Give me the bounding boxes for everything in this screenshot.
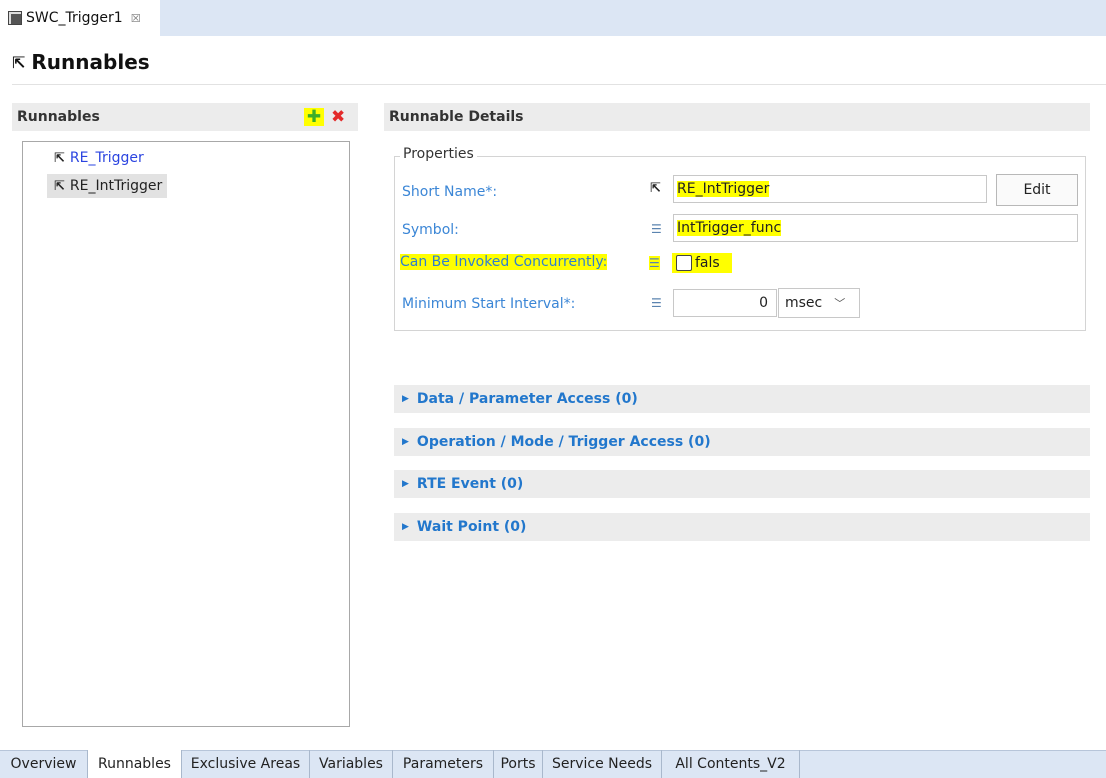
text-field-icon: ☰ xyxy=(651,222,662,236)
close-tab-icon[interactable]: ☒ xyxy=(131,12,141,25)
expand-caret-icon: ▶ xyxy=(402,479,409,489)
tab-all-contents-v2[interactable]: All Contents_V2 xyxy=(662,750,800,778)
concurrent-checkbox[interactable] xyxy=(676,255,692,271)
editor-tab-title: SWC_Trigger1 xyxy=(26,10,123,26)
delete-icon[interactable]: ✖ xyxy=(331,107,345,127)
runnable-icon: ⇱ xyxy=(54,150,65,166)
properties-group-title: Properties xyxy=(400,146,477,162)
editor-tab[interactable]: SWC_Trigger1 ☒ xyxy=(0,0,160,36)
short-name-input[interactable]: RE_IntTrigger xyxy=(673,175,987,203)
editor-file-icon xyxy=(8,11,22,25)
short-name-label: Short Name*: xyxy=(402,184,498,200)
tree-item-re-inttrigger[interactable]: ⇱ RE_IntTrigger xyxy=(47,174,168,198)
section-data-parameter-access[interactable]: ▶ Data / Parameter Access (0) xyxy=(394,385,1090,413)
editor-tab-strip xyxy=(0,0,1106,36)
section-label: RTE Event (0) xyxy=(416,476,524,492)
runnable-icon: ⇱ xyxy=(12,52,26,72)
tree-item-label: RE_IntTrigger xyxy=(69,178,163,194)
tree-item-re-trigger[interactable]: ⇱ RE_Trigger xyxy=(47,146,149,170)
min-interval-input[interactable]: 0 xyxy=(673,289,777,317)
runnables-tree[interactable]: ⇱ RE_Trigger ⇱ RE_IntTrigger xyxy=(22,141,350,727)
title-divider xyxy=(12,84,1106,85)
section-rte-event[interactable]: ▶ RTE Event (0) xyxy=(394,470,1090,498)
concurrent-field: fals xyxy=(672,253,732,273)
runnable-details-header-label: Runnable Details xyxy=(389,109,524,125)
tab-service-needs[interactable]: Service Needs xyxy=(543,750,662,778)
section-wait-point[interactable]: ▶ Wait Point (0) xyxy=(394,513,1090,541)
concurrent-value: fals xyxy=(695,255,720,271)
short-name-value: RE_IntTrigger xyxy=(677,181,770,197)
min-interval-value: 0 xyxy=(759,295,768,311)
expand-caret-icon: ▶ xyxy=(402,437,409,447)
tab-overview[interactable]: Overview xyxy=(0,750,88,778)
tab-runnables[interactable]: Runnables xyxy=(88,750,182,778)
unit-select[interactable]: msec ﹀ xyxy=(778,288,860,318)
section-label: Data / Parameter Access (0) xyxy=(416,391,638,407)
section-label: Operation / Mode / Trigger Access (0) xyxy=(416,434,711,450)
tab-ports[interactable]: Ports xyxy=(494,750,543,778)
concurrent-label: Can Be Invoked Concurrently: xyxy=(400,254,608,270)
unit-select-value: msec xyxy=(785,295,823,311)
min-interval-label: Minimum Start Interval*: xyxy=(402,296,576,312)
expand-caret-icon: ▶ xyxy=(402,522,409,532)
tab-exclusive-areas[interactable]: Exclusive Areas xyxy=(182,750,310,778)
chevron-down-icon: ﹀ xyxy=(834,297,846,310)
symbol-label: Symbol: xyxy=(402,222,459,238)
text-field-icon: ☰ xyxy=(649,256,660,270)
tab-parameters[interactable]: Parameters xyxy=(393,750,494,778)
expand-caret-icon: ▶ xyxy=(402,394,409,404)
tab-variables[interactable]: Variables xyxy=(310,750,393,778)
edit-button[interactable]: Edit xyxy=(996,174,1078,206)
text-field-icon: ☰ xyxy=(651,296,662,310)
runnable-icon: ⇱ xyxy=(54,178,65,194)
runnables-header-label: Runnables xyxy=(17,109,100,125)
section-operation-mode-trigger-access[interactable]: ▶ Operation / Mode / Trigger Access (0) xyxy=(394,428,1090,456)
tree-item-label: RE_Trigger xyxy=(69,150,144,166)
page-title: ⇱ Runnables xyxy=(12,50,150,74)
runnable-details-header: Runnable Details xyxy=(384,103,1090,131)
symbol-input[interactable]: IntTrigger_func xyxy=(673,214,1078,242)
add-icon[interactable]: ✚ xyxy=(304,107,324,127)
symbol-value: IntTrigger_func xyxy=(677,220,782,236)
section-label: Wait Point (0) xyxy=(416,519,527,535)
page-title-text: Runnables xyxy=(31,50,150,74)
runnable-icon: ⇱ xyxy=(650,181,661,196)
